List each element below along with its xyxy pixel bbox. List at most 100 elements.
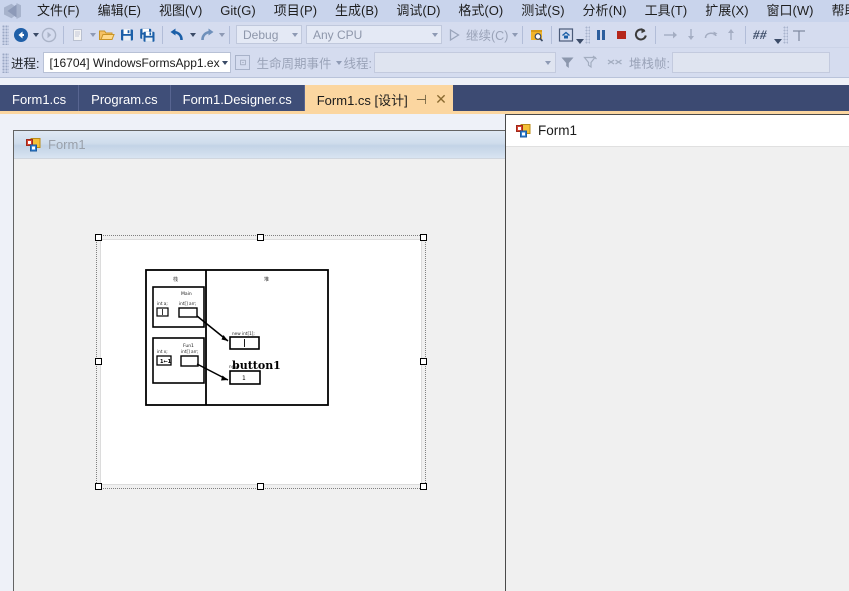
find-in-files-button[interactable] <box>527 24 547 46</box>
menu-item-analyze[interactable]: 分析(N) <box>574 1 636 21</box>
pause-debug-button[interactable] <box>591 24 611 46</box>
chevron-down-icon <box>432 32 438 37</box>
visual-studio-window: 文件(F) 编辑(E) 视图(V) Git(G) 项目(P) 生成(B) 调试(… <box>0 0 849 591</box>
resize-handle-n[interactable] <box>257 234 264 241</box>
restart-debug-button[interactable] <box>631 24 651 46</box>
menu-item-git[interactable]: Git(G) <box>211 1 264 21</box>
menu-item-format[interactable]: 格式(O) <box>449 1 512 21</box>
toolbar-overflow-icon[interactable] <box>774 39 783 44</box>
resize-handle-s[interactable] <box>257 483 264 490</box>
process-label: 进程: <box>11 57 40 71</box>
redo-arrow-icon <box>201 28 214 40</box>
runtime-form-titlebar[interactable]: Form1 <box>506 115 849 147</box>
menu-item-window[interactable]: 窗口(W) <box>758 1 823 21</box>
stop-debug-button[interactable] <box>611 24 631 46</box>
toolbar-grip[interactable] <box>2 52 9 73</box>
new-item-button[interactable] <box>68 24 88 46</box>
toolbar-separator <box>63 25 64 44</box>
pause-icon <box>597 29 606 40</box>
start-debug-dropdown[interactable] <box>512 32 519 37</box>
close-icon[interactable]: ✕ <box>435 92 447 106</box>
save-all-icon <box>140 28 155 42</box>
runtime-form-title: Form1 <box>538 123 578 138</box>
runtime-form-client-area[interactable]: button2 CSDN @聪~smart <box>506 148 849 591</box>
svg-text:int x;: int x; <box>157 349 168 354</box>
extra-toolbar-button[interactable] <box>789 24 809 46</box>
resize-handle-se[interactable] <box>420 483 427 490</box>
resize-handle-e[interactable] <box>420 358 427 365</box>
svg-text:button1: button1 <box>232 359 281 372</box>
solution-configuration-value: Debug <box>243 27 279 42</box>
menu-item-view[interactable]: 视图(V) <box>150 1 211 21</box>
start-debug-button[interactable] <box>444 24 464 46</box>
step-out-button[interactable] <box>721 24 741 46</box>
menu-item-help[interactable]: 帮助(H <box>822 1 849 21</box>
undo-arrow-icon <box>170 28 183 40</box>
menu-item-test[interactable]: 测试(S) <box>512 1 573 21</box>
solution-platform-value: Any CPU <box>313 27 363 42</box>
menu-item-extensions[interactable]: 扩展(X) <box>696 1 757 21</box>
toolbar-grip[interactable] <box>585 25 591 44</box>
solution-configuration-combo[interactable]: Debug <box>236 25 302 44</box>
disassembly-button[interactable]: # # <box>750 24 774 46</box>
menu-item-build[interactable]: 生成(B) <box>326 1 387 21</box>
open-file-button[interactable] <box>96 24 117 46</box>
filter-button[interactable] <box>560 55 575 70</box>
toolbar-separator <box>745 25 747 44</box>
toolbar-grip[interactable] <box>783 25 789 44</box>
tab-form1-cs[interactable]: Form1.cs <box>0 85 80 113</box>
toolbar-overflow-icon[interactable] <box>576 39 585 44</box>
picturebox-control[interactable]: 栈 堆 Main int a; int[] arr; Fun1 int x; i… <box>100 239 422 485</box>
menu-item-project[interactable]: 项目(P) <box>265 1 326 21</box>
tab-program-cs[interactable]: Program.cs <box>79 85 171 113</box>
navigate-back-button[interactable] <box>11 24 31 46</box>
redo-button[interactable] <box>196 24 217 46</box>
navigate-forward-button[interactable] <box>39 24 59 46</box>
redo-dropdown[interactable] <box>219 32 225 37</box>
resize-handle-w[interactable] <box>95 358 102 365</box>
flags-button[interactable] <box>606 55 623 70</box>
chevron-down-icon <box>544 60 551 65</box>
hex-disassembly-icon: # # <box>752 27 767 42</box>
save-all-button[interactable] <box>137 24 158 46</box>
lifecycle-events-label: 生命周期事件 <box>256 57 332 71</box>
resize-handle-nw[interactable] <box>95 234 102 241</box>
step-into-button[interactable] <box>681 24 701 46</box>
lifecycle-events-icon[interactable]: ⊡ <box>235 55 251 70</box>
hot-reload-button[interactable] <box>556 24 576 46</box>
save-button[interactable] <box>117 24 137 46</box>
menu-item-file[interactable]: 文件(F) <box>28 1 89 21</box>
undo-button[interactable] <box>167 24 188 46</box>
runtime-form-window[interactable]: Form1 button2 CSDN @聪~smart <box>505 114 849 591</box>
resize-handle-ne[interactable] <box>420 234 427 241</box>
menu-item-edit[interactable]: 编辑(E) <box>89 1 150 21</box>
tab-form1-cs-design[interactable]: Form1.cs [设计] ⊣ ✕ <box>304 85 453 113</box>
solution-platform-combo[interactable]: Any CPU <box>306 25 442 44</box>
pin-icon[interactable]: ⊣ <box>416 93 427 106</box>
process-combo[interactable]: [16704] WindowsFormsApp1.ex <box>43 52 232 73</box>
windows-form-icon <box>516 123 531 138</box>
svg-text:#: # <box>752 27 760 42</box>
svg-text:堆: 堆 <box>264 276 269 283</box>
resize-handle-sw[interactable] <box>95 483 102 490</box>
menu-item-debug[interactable]: 调试(D) <box>387 1 449 21</box>
step-over-button[interactable] <box>660 24 681 46</box>
thread-combo[interactable] <box>373 52 556 73</box>
step-over-arrow-icon <box>664 31 678 38</box>
svg-text:Main: Main <box>181 291 192 297</box>
windows-form-icon <box>26 137 41 152</box>
filter-clear-button[interactable] <box>583 55 598 70</box>
picturebox-selection-wrapper[interactable]: 栈 堆 Main int a; int[] arr; Fun1 int x; i… <box>95 234 427 490</box>
new-item-icon <box>73 28 82 41</box>
step-loop-button[interactable] <box>701 24 721 46</box>
stackframe-combo[interactable] <box>671 52 830 73</box>
filter-clear-icon <box>583 55 597 69</box>
find-in-files-icon <box>531 29 544 42</box>
tab-form1-designer-cs[interactable]: Form1.Designer.cs <box>170 85 305 113</box>
menu-item-tools[interactable]: 工具(T) <box>636 1 697 21</box>
toolbar-separator <box>655 25 657 44</box>
toolbar-grip[interactable] <box>2 24 9 45</box>
stop-square-icon <box>617 30 627 39</box>
memory-diagram-image: 栈 堆 Main int a; int[] arr; Fun1 int x; i… <box>101 240 421 484</box>
standard-toolbar: Debug Any CPU 继续(C) # # <box>0 22 849 48</box>
